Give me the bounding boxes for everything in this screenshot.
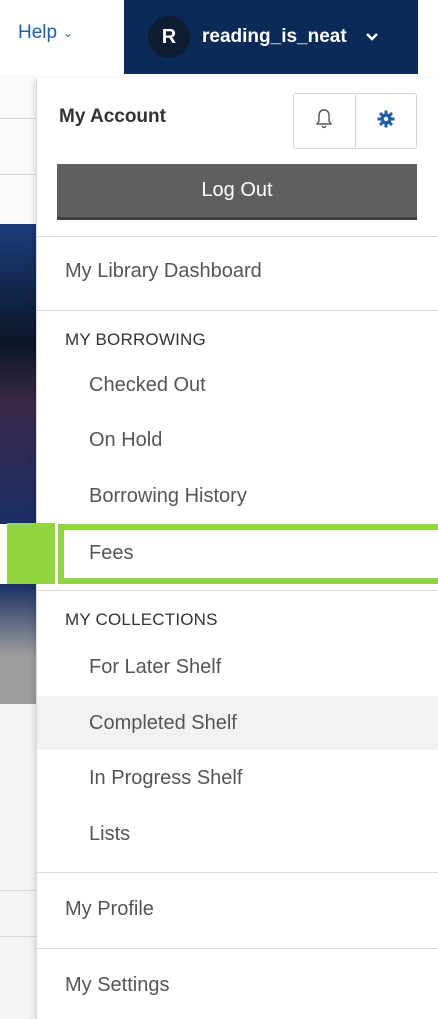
menu-item-for-later-shelf[interactable]: For Later Shelf (37, 640, 438, 694)
divider (0, 936, 36, 937)
menu-item-dashboard[interactable]: My Library Dashboard (37, 244, 438, 298)
menu-item-completed-shelf[interactable]: Completed Shelf (37, 696, 438, 750)
chevron-down-icon (365, 30, 379, 45)
menu-item-borrowing-history[interactable]: Borrowing History (37, 469, 438, 523)
menu-item-checked-out[interactable]: Checked Out (37, 358, 438, 412)
chevron-down-icon: ⌄ (63, 26, 74, 40)
logout-button[interactable]: Log Out (57, 164, 417, 220)
dropdown-title: My Account (59, 106, 166, 127)
page-background-image (0, 224, 36, 524)
avatar: R (148, 16, 190, 58)
username: reading_is_neat (202, 26, 347, 47)
highlight-marker (7, 523, 55, 584)
section-heading-borrowing: MY BORROWING (65, 330, 206, 349)
menu-item-on-hold[interactable]: On Hold (37, 413, 438, 467)
divider (37, 948, 438, 949)
divider (0, 174, 36, 175)
menu-item-my-settings[interactable]: My Settings (37, 958, 438, 1012)
menu-item-fees[interactable]: Fees (37, 526, 438, 580)
page-background-image (0, 584, 36, 704)
help-label: Help (18, 22, 58, 43)
bell-icon (315, 108, 333, 135)
settings-button[interactable] (354, 94, 417, 148)
page-background (0, 74, 36, 224)
section-heading-collections: MY COLLECTIONS (65, 610, 218, 629)
divider (37, 872, 438, 873)
top-bar: Help ⌄ R reading_is_neat (0, 0, 438, 74)
account-menu-button[interactable]: R reading_is_neat (124, 0, 418, 74)
divider (0, 118, 36, 119)
divider (37, 310, 438, 311)
account-dropdown: My Account Log Out My Library Dashboard … (36, 78, 438, 1019)
account-icon-group (293, 93, 417, 149)
menu-item-lists[interactable]: Lists (37, 807, 438, 861)
page-background (0, 704, 36, 1019)
menu-item-in-progress-shelf[interactable]: In Progress Shelf (37, 751, 438, 805)
menu-item-my-profile[interactable]: My Profile (37, 882, 438, 936)
divider (0, 890, 36, 891)
divider (37, 590, 438, 591)
help-menu-button[interactable]: Help ⌄ (18, 22, 73, 44)
notifications-button[interactable] (294, 94, 355, 148)
divider (37, 236, 438, 237)
gear-icon (377, 110, 395, 133)
